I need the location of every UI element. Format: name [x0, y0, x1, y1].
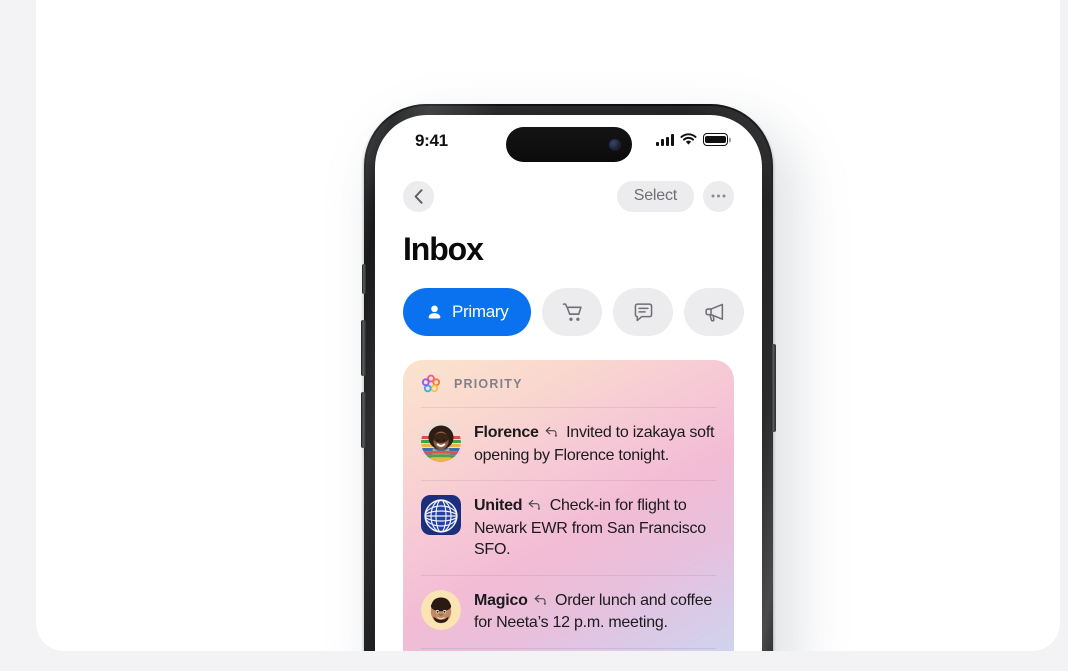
more-options-button[interactable]: [703, 180, 734, 212]
reply-arrow-icon: [534, 591, 548, 613]
phone-screen: 9:41 Select Inbox Primary PRIORITY Flore…: [375, 115, 762, 651]
mail-summary: Florence Invited to izakaya soft opening…: [474, 421, 716, 466]
select-button-label: Select: [633, 187, 677, 204]
status-time: 9:41: [415, 131, 448, 150]
mail-summary: United Check-in for flight to Newark EWR…: [474, 494, 716, 561]
volume-down-button[interactable]: [361, 392, 366, 448]
nav-bar: Select: [375, 169, 762, 223]
ellipsis-icon: [711, 194, 726, 198]
chat-bubble-icon: [634, 302, 653, 321]
mail-row[interactable]: Magico Order lunch and coffee for Neeta’…: [421, 574, 716, 648]
megaphone-icon: [705, 303, 724, 322]
avatar: [421, 422, 461, 462]
cart-icon: [562, 302, 582, 321]
wifi-icon: [680, 133, 697, 145]
mail-sender: Florence: [474, 424, 539, 441]
front-camera-icon: [608, 138, 621, 151]
select-button[interactable]: Select: [616, 180, 694, 212]
united-airlines-logo: [421, 495, 461, 535]
status-indicators: [656, 133, 728, 146]
page-title: Inbox: [403, 231, 484, 267]
priority-label: PRIORITY: [454, 376, 523, 391]
priority-header: PRIORITY: [421, 360, 716, 407]
phone-frame: 9:41 Select Inbox Primary PRIORITY Flore…: [361, 104, 776, 651]
tab-primary-label: Primary: [452, 302, 509, 321]
person-icon: [428, 305, 441, 319]
power-button[interactable]: [771, 344, 776, 432]
reply-arrow-icon: [528, 496, 542, 518]
volume-up-button[interactable]: [361, 320, 366, 376]
dynamic-island[interactable]: [505, 127, 632, 162]
avatar: [421, 495, 461, 535]
page-card: 9:41 Select Inbox Primary PRIORITY Flore…: [36, 0, 1060, 651]
action-button[interactable]: [362, 264, 366, 294]
signal-bars-icon: [656, 133, 674, 146]
tab-shopping[interactable]: [542, 288, 603, 336]
filter-tabs: Primary: [375, 268, 762, 336]
mail-sender: United: [474, 497, 523, 514]
iphone-mockup: 9:41 Select Inbox Primary PRIORITY Flore…: [331, 104, 797, 651]
battery-full-icon: [703, 133, 728, 146]
mail-row[interactable]: Florence Invited to izakaya soft opening…: [421, 407, 716, 480]
status-bar: 9:41: [375, 115, 762, 169]
tab-primary[interactable]: Primary: [403, 288, 532, 336]
avatar: [421, 589, 461, 630]
mail-row[interactable]: Katie Contract for Michael Robinson’s bo…: [421, 647, 716, 652]
mail-row[interactable]: United Check-in for flight to Newark EWR…: [421, 480, 716, 575]
back-button[interactable]: [403, 180, 434, 212]
mail-sender: Magico: [474, 591, 528, 609]
priority-card: PRIORITY Florence Invited to izakaya sof…: [403, 360, 734, 651]
tab-updates[interactable]: [613, 288, 674, 336]
reply-arrow-icon: [545, 423, 559, 445]
mail-summary: Magico Order lunch and coffee for Neeta’…: [474, 589, 716, 634]
chevron-left-icon: [414, 188, 423, 204]
photo-avatar-florence: [421, 422, 461, 462]
memoji-avatar-magico: [421, 589, 461, 630]
tab-promotions[interactable]: [684, 288, 745, 336]
apple-intelligence-flower-icon: [421, 374, 441, 392]
